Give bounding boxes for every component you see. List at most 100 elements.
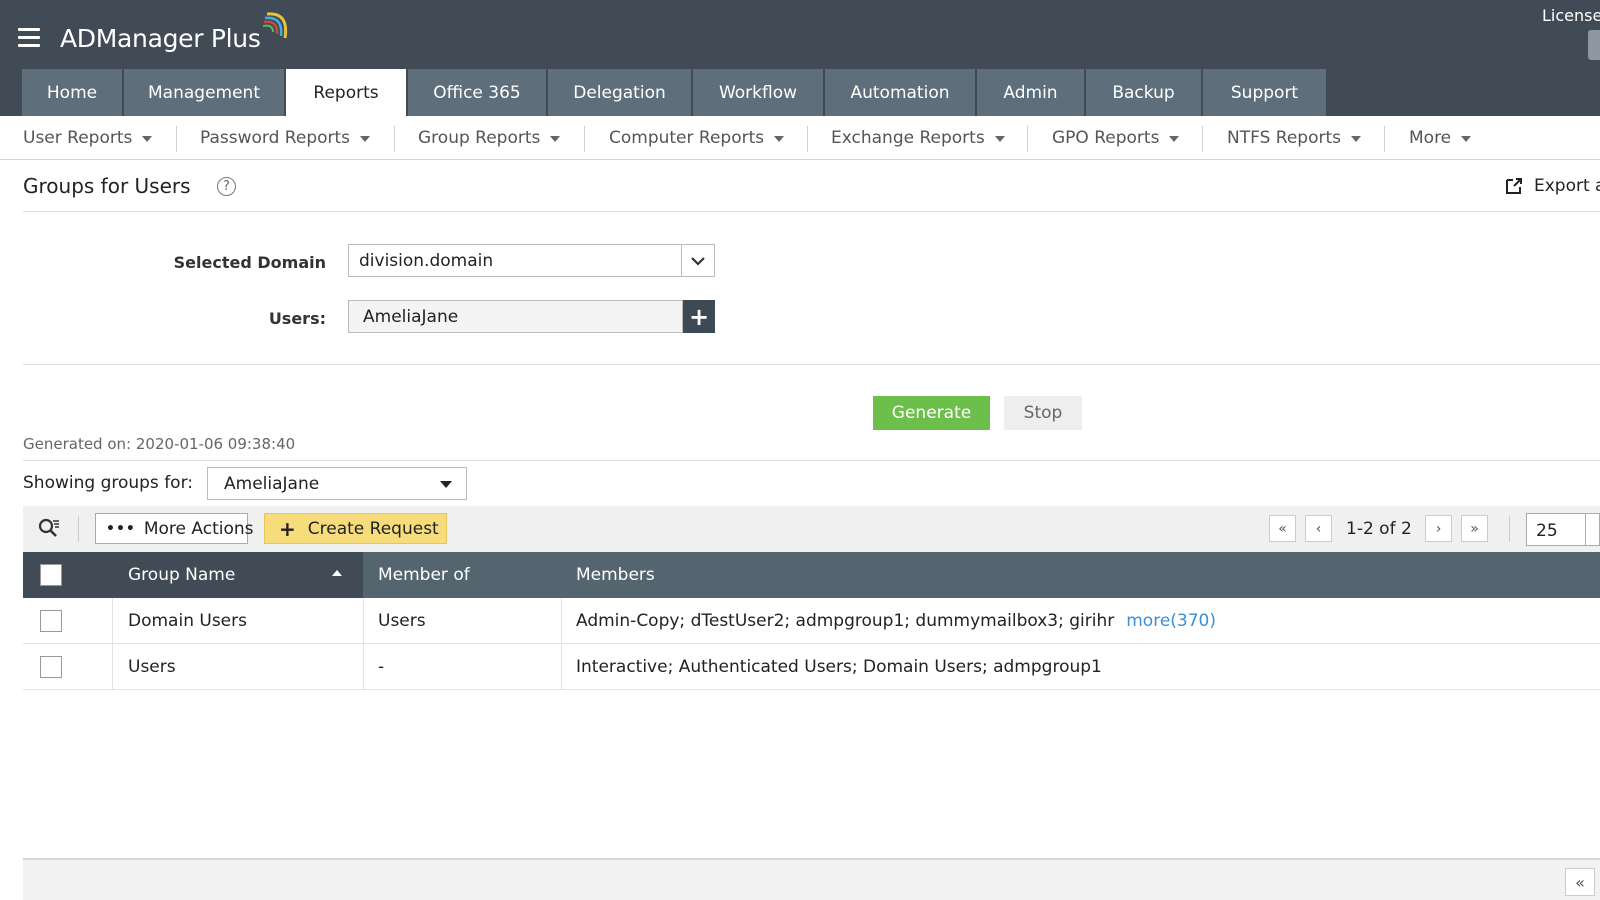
subnav-exchange-reports[interactable]: Exchange Reports [831, 116, 1005, 160]
caret-down-icon [1461, 136, 1472, 142]
subnav-ntfs-reports[interactable]: NTFS Reports [1227, 116, 1361, 160]
cell-group-name: Users [128, 657, 176, 677]
cell-group-name: Domain Users [128, 611, 247, 631]
subnav-user-reports[interactable]: User Reports [23, 116, 153, 160]
page-title: Groups for Users [23, 174, 191, 198]
reports-subnav: User Reports Password Reports Group Repo… [0, 116, 1600, 160]
caret-down-icon [1169, 136, 1180, 142]
tab-office-365[interactable]: Office 365 [408, 69, 546, 116]
next-page-button[interactable]: › [1425, 515, 1452, 542]
page-size-value: 25 [1536, 521, 1558, 541]
select-all-checkbox[interactable] [40, 564, 62, 586]
sort-asc-icon [332, 570, 342, 576]
create-request-button[interactable]: + Create Request [264, 513, 447, 544]
tab-automation[interactable]: Automation [825, 69, 975, 116]
table-row[interactable]: Users - Interactive; Authenticated Users… [23, 644, 1600, 690]
chevron-down-icon[interactable] [1585, 514, 1600, 545]
cell-members: Interactive; Authenticated Users; Domain… [576, 644, 1102, 690]
row-checkbox[interactable] [40, 656, 62, 678]
export-icon [1506, 178, 1522, 194]
subnav-gpo-reports[interactable]: GPO Reports [1052, 116, 1180, 160]
row-checkbox[interactable] [40, 610, 62, 632]
help-icon[interactable]: ? [217, 177, 236, 196]
subnav-label: Password Reports [200, 128, 351, 148]
subnav-label: Group Reports [418, 128, 541, 148]
domain-label: Selected Domain [173, 253, 326, 272]
divider [1509, 516, 1510, 542]
app-header: ADManager Plus License Home Management R… [0, 0, 1600, 116]
prev-page-button[interactable]: ‹ [1305, 515, 1332, 542]
divider [112, 598, 113, 644]
divider [561, 644, 562, 690]
members-text: Admin-Copy; dTestUser2; admpgroup1; dumm… [576, 611, 1115, 631]
column-group-name[interactable]: Group Name [128, 552, 235, 598]
tab-management[interactable]: Management [124, 69, 284, 116]
users-field[interactable]: AmeliaJane [348, 300, 683, 333]
more-members-link[interactable]: more(370) [1126, 611, 1216, 631]
showing-user-select[interactable]: AmeliaJane [207, 467, 467, 500]
divider [807, 126, 808, 152]
license-button[interactable] [1588, 30, 1600, 60]
search-filter-icon[interactable] [37, 517, 61, 541]
subnav-label: Computer Reports [609, 128, 765, 148]
subnav-computer-reports[interactable]: Computer Reports [609, 116, 785, 160]
divider [112, 644, 113, 690]
tab-home[interactable]: Home [22, 69, 122, 116]
export-button[interactable]: Export a [1504, 176, 1600, 196]
caret-down-icon [550, 136, 561, 142]
table-toolbar: ••• More Actions + Create Request « ‹ 1-… [23, 506, 1600, 552]
caret-down-icon [774, 136, 785, 142]
stop-button[interactable]: Stop [1004, 396, 1082, 430]
domain-select[interactable]: division.domain [348, 244, 715, 277]
tab-delegation[interactable]: Delegation [548, 69, 691, 116]
members-text: Interactive; Authenticated Users; Domain… [576, 657, 1102, 677]
divider [363, 598, 364, 644]
cell-member-of: Users [378, 611, 426, 631]
subnav-group-reports[interactable]: Group Reports [418, 116, 561, 160]
divider [176, 126, 177, 152]
caret-down-icon [1351, 136, 1361, 142]
column-members[interactable]: Members [576, 552, 655, 598]
last-page-button[interactable]: » [1461, 515, 1488, 542]
showing-groups-label: Showing groups for: [23, 473, 193, 493]
divider [363, 644, 364, 690]
app-logo-text: ADManager Plus [60, 24, 261, 53]
generated-timestamp: Generated on: 2020-01-06 09:38:40 [23, 435, 296, 453]
divider [561, 598, 562, 644]
table-header: Group Name Member of Members [23, 552, 1600, 598]
footer-bar [23, 858, 1600, 900]
caret-down-icon [360, 136, 371, 142]
generate-button[interactable]: Generate [873, 396, 990, 430]
tab-admin[interactable]: Admin [977, 69, 1084, 116]
showing-user-value: AmeliaJane [224, 474, 320, 494]
tab-workflow[interactable]: Workflow [693, 69, 823, 116]
tab-reports[interactable]: Reports [286, 69, 406, 116]
page-size-select[interactable]: 25 [1526, 513, 1600, 546]
divider [394, 126, 395, 152]
pager-text: 1-2 of 2 [1346, 519, 1412, 539]
menu-icon[interactable] [18, 28, 40, 47]
divider [1384, 126, 1385, 152]
subnav-more[interactable]: More [1409, 116, 1472, 160]
main-tabs: Home Management Reports Office 365 Deleg… [22, 69, 1328, 116]
column-member-of[interactable]: Member of [378, 552, 470, 598]
select-all-cell [23, 552, 112, 598]
add-user-button[interactable]: + [683, 300, 715, 333]
divider [23, 364, 1600, 365]
tab-support[interactable]: Support [1203, 69, 1326, 116]
subnav-password-reports[interactable]: Password Reports [200, 116, 371, 160]
tab-backup[interactable]: Backup [1086, 69, 1201, 116]
caret-down-icon [994, 136, 1005, 142]
divider [78, 516, 79, 542]
users-value: AmeliaJane [363, 307, 459, 327]
first-page-button[interactable]: « [1269, 515, 1296, 542]
divider [23, 211, 1600, 212]
table-row[interactable]: Domain Users Users Admin-Copy; dTestUser… [23, 598, 1600, 644]
collapse-button[interactable]: « [1565, 868, 1595, 896]
license-link[interactable]: License [1542, 6, 1600, 25]
chevron-down-icon[interactable] [681, 245, 714, 276]
domain-value: division.domain [359, 251, 494, 271]
subnav-label: Exchange Reports [831, 128, 985, 148]
more-actions-button[interactable]: ••• More Actions [95, 513, 254, 544]
divider [584, 126, 585, 152]
